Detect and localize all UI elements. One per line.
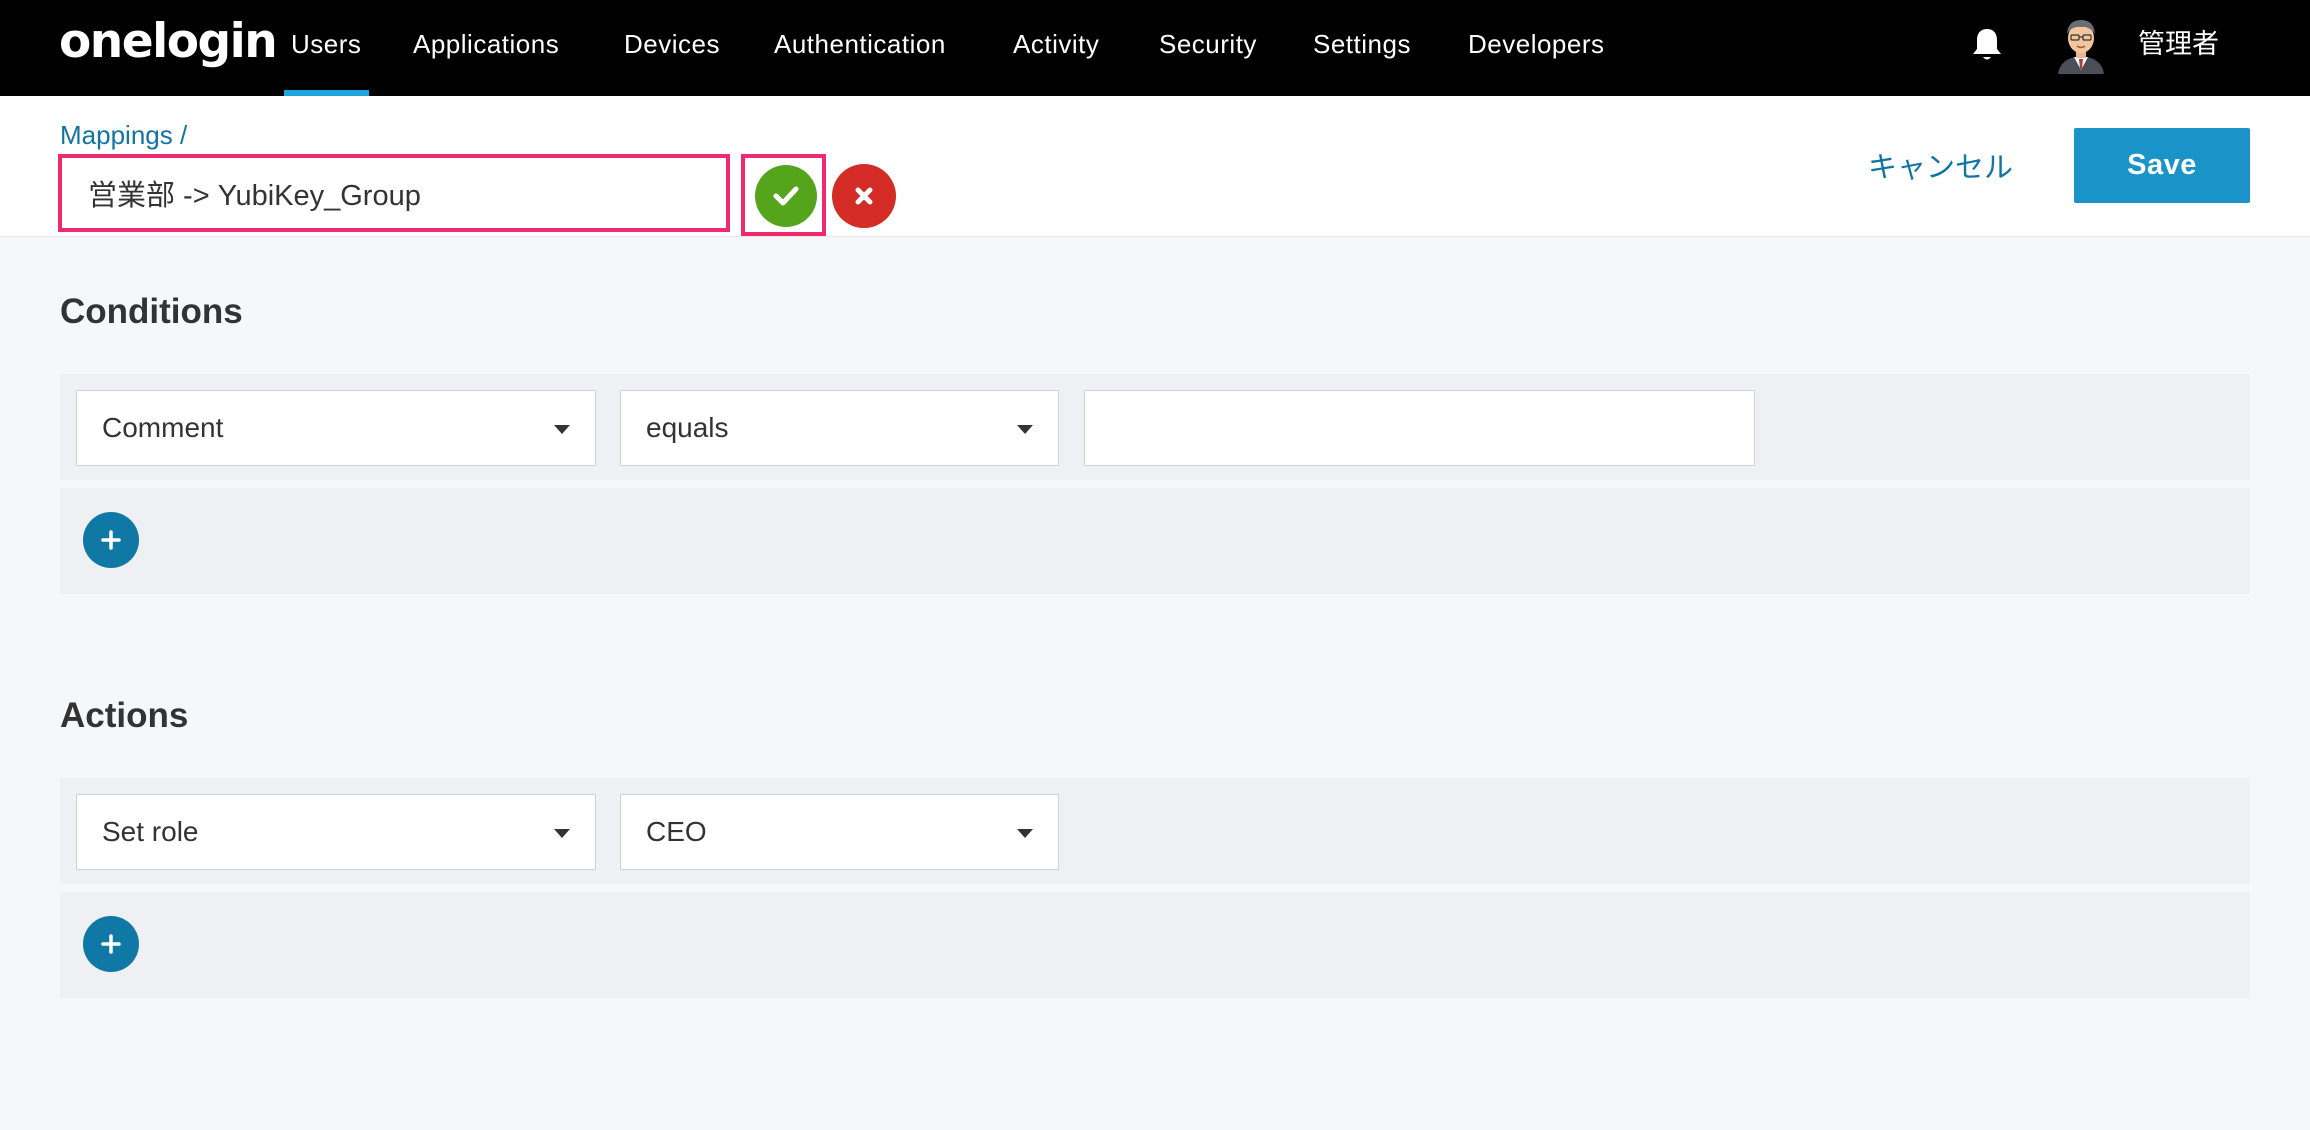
plus-icon	[101, 934, 121, 954]
nav-applications[interactable]: Applications	[413, 0, 559, 96]
confirm-highlight	[741, 154, 826, 236]
condition-value-input[interactable]	[1084, 390, 1755, 466]
onelogin-logo[interactable]: onelogin	[59, 14, 278, 69]
mapping-name-field[interactable]	[58, 154, 730, 232]
chevron-down-icon	[554, 425, 570, 434]
condition-row: Comment equals	[60, 374, 2250, 480]
add-action-button[interactable]	[83, 916, 139, 972]
nav-settings[interactable]: Settings	[1313, 0, 1411, 96]
add-condition-row	[60, 488, 2250, 594]
nav-authentication[interactable]: Authentication	[774, 0, 946, 96]
nav-activity[interactable]: Activity	[1013, 0, 1099, 96]
bell-icon[interactable]	[1970, 26, 2004, 64]
action-type-value: Set role	[102, 816, 199, 847]
checkmark-icon	[773, 186, 799, 206]
avatar[interactable]	[2054, 14, 2108, 74]
chevron-down-icon	[554, 829, 570, 838]
action-value-select[interactable]: CEO	[620, 794, 1059, 870]
conditions-title: Conditions	[60, 292, 243, 331]
nav-security[interactable]: Security	[1159, 0, 1257, 96]
action-row: Set role CEO	[60, 778, 2250, 884]
chevron-down-icon	[1017, 425, 1033, 434]
action-type-select[interactable]: Set role	[76, 794, 596, 870]
cancel-button[interactable]: キャンセル	[1868, 144, 2013, 186]
close-icon	[855, 187, 873, 205]
add-action-row	[60, 892, 2250, 998]
mapping-name-input[interactable]	[62, 158, 726, 228]
confirm-name-button[interactable]	[755, 165, 817, 227]
nav-developers[interactable]: Developers	[1468, 0, 1605, 96]
breadcrumb-mappings[interactable]: Mappings /	[60, 120, 187, 151]
nav-devices[interactable]: Devices	[624, 0, 720, 96]
save-button[interactable]: Save	[2074, 128, 2250, 203]
actions-title: Actions	[60, 696, 189, 735]
chevron-down-icon	[1017, 829, 1033, 838]
user-name[interactable]: 管理者	[2138, 0, 2219, 88]
top-nav: onelogin Users Applications Devices Auth…	[0, 0, 2310, 96]
action-value-text: CEO	[646, 816, 707, 847]
discard-name-button[interactable]	[832, 164, 896, 228]
condition-operator-value: equals	[646, 412, 729, 443]
nav-users[interactable]: Users	[283, 0, 370, 96]
condition-field-select[interactable]: Comment	[76, 390, 596, 466]
condition-field-value: Comment	[102, 412, 224, 443]
condition-operator-select[interactable]: equals	[620, 390, 1059, 466]
plus-icon	[101, 530, 121, 550]
add-condition-button[interactable]	[83, 512, 139, 568]
